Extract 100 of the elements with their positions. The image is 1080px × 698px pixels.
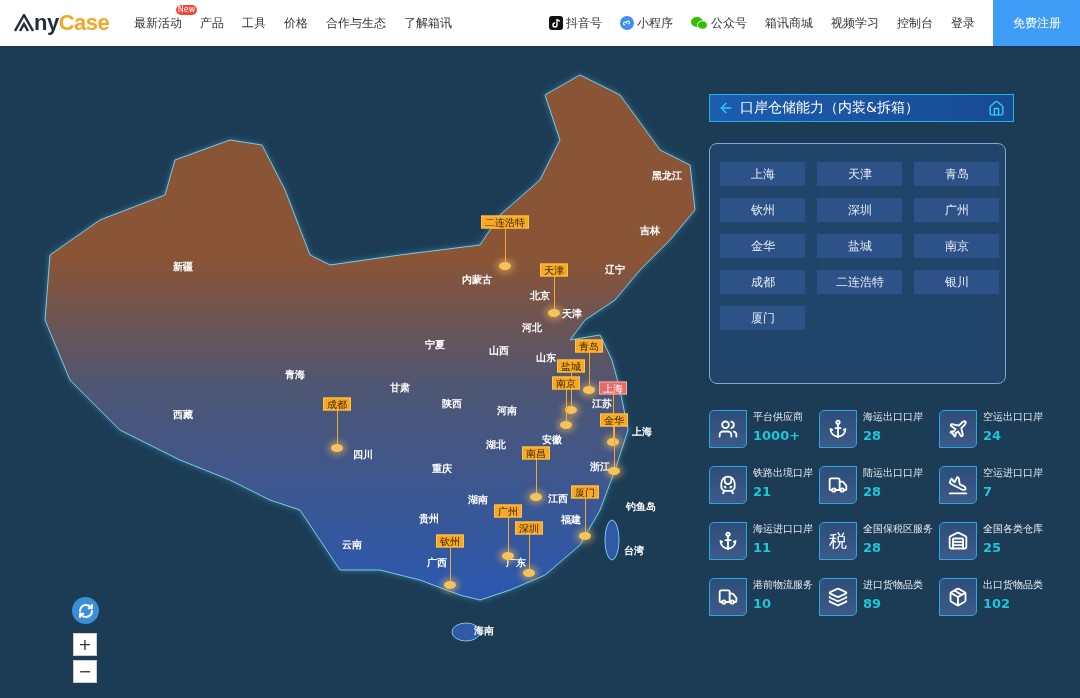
zoom-in-button[interactable]: +: [73, 633, 97, 656]
stat-value: 7: [983, 484, 994, 499]
chat-bubbles-icon: [691, 16, 708, 30]
stat-icon: [718, 587, 738, 607]
province-label: 天津: [562, 307, 582, 321]
home-icon[interactable]: [988, 99, 1005, 117]
stat-value: 11: [753, 540, 773, 555]
province-label: 山西: [489, 344, 509, 358]
location-dot[interactable]: [608, 467, 620, 475]
location-dot[interactable]: [579, 532, 591, 540]
nav-link[interactable]: 价格: [284, 15, 309, 31]
city-marker-label[interactable]: 南昌: [522, 446, 550, 460]
city-marker-label[interactable]: 天津: [540, 263, 568, 277]
zoom-out-button[interactable]: −: [73, 660, 97, 683]
province-label: 北京: [530, 289, 550, 303]
province-label: 辽宁: [605, 263, 625, 277]
stat-value: 1000+: [753, 428, 802, 443]
city-marker-label[interactable]: 广州: [494, 504, 522, 518]
location-dot[interactable]: [331, 444, 343, 452]
city-button[interactable]: 上海: [720, 162, 805, 186]
province-label: 浙江: [590, 460, 610, 474]
province-label: 钓鱼岛: [626, 500, 656, 514]
city-button[interactable]: 成都: [720, 270, 805, 294]
nav-link[interactable]: 工具: [242, 15, 267, 31]
city-marker-label[interactable]: 成都: [323, 397, 351, 411]
location-dot[interactable]: [583, 386, 595, 394]
stat-icon: [718, 475, 738, 495]
city-button[interactable]: 盐城: [817, 234, 902, 258]
stat-value: 28: [863, 484, 883, 499]
location-dot[interactable]: [444, 581, 456, 589]
logo-icon: [14, 14, 34, 32]
refresh-button[interactable]: [72, 597, 99, 624]
nav-link[interactable]: 最新活动: [134, 15, 183, 31]
stat-value: 28: [863, 540, 883, 555]
province-label: 新疆: [173, 260, 193, 274]
stat-icon: [948, 475, 968, 495]
stat-label: 铁路出境口岸: [753, 466, 813, 480]
province-label: 海南: [474, 624, 494, 638]
stat-icon: [948, 419, 968, 439]
province-label: 内蒙古: [462, 273, 492, 287]
city-button[interactable]: 二连浩特: [817, 270, 902, 294]
location-dot[interactable]: [499, 262, 511, 270]
stat-icon: [718, 419, 738, 439]
province-label: 台湾: [624, 544, 644, 558]
province-label: 广西: [427, 556, 447, 570]
header-link[interactable]: 抖音号: [549, 15, 602, 31]
stat-value: 10: [753, 596, 773, 611]
city-marker-label[interactable]: 二连浩特: [481, 215, 529, 229]
stat-value: 21: [753, 484, 773, 499]
location-dot[interactable]: [502, 552, 514, 560]
city-marker-label[interactable]: 南京: [552, 376, 580, 390]
nav-link[interactable]: 产品: [200, 15, 225, 31]
header-link[interactable]: 控制台: [897, 15, 933, 31]
nav-link[interactable]: 了解箱讯: [404, 15, 453, 31]
city-button[interactable]: 天津: [817, 162, 902, 186]
city-marker-label[interactable]: 盐城: [557, 359, 585, 373]
location-dot[interactable]: [523, 569, 535, 577]
refresh-icon: [77, 602, 94, 619]
city-button[interactable]: 金华: [720, 234, 805, 258]
header-link[interactable]: 小程序: [620, 15, 673, 31]
nav-link[interactable]: 合作与生态: [326, 15, 387, 31]
province-label: 四川: [353, 448, 373, 462]
province-label: 江苏: [592, 397, 612, 411]
new-badge: New: [175, 4, 198, 15]
province-label: 西藏: [173, 408, 193, 422]
province-label: 江西: [548, 492, 568, 506]
city-button[interactable]: 南京: [914, 234, 999, 258]
stat-label: 海运进口口岸: [753, 522, 813, 536]
stat-label: 全国保税区服务: [863, 522, 933, 536]
location-dot[interactable]: [560, 421, 572, 429]
province-label: 甘肃: [390, 381, 410, 395]
province-label: 青海: [285, 368, 305, 382]
city-button[interactable]: 厦门: [720, 306, 805, 330]
city-marker-label[interactable]: 青岛: [575, 339, 603, 353]
city-marker-label[interactable]: 金华: [600, 413, 628, 427]
city-button[interactable]: 青岛: [914, 162, 999, 186]
province-label: 山东: [536, 351, 556, 365]
province-label: 上海: [632, 425, 652, 439]
header-link[interactable]: 箱讯商城: [765, 15, 813, 31]
city-button[interactable]: 深圳: [817, 198, 902, 222]
city-button[interactable]: 广州: [914, 198, 999, 222]
province-label: 福建: [561, 513, 581, 527]
city-marker-label[interactable]: 深圳: [515, 521, 543, 535]
stat-value: 25: [983, 540, 1003, 555]
header-link[interactable]: 公众号: [691, 15, 747, 31]
stat-label: 港前物流服务: [753, 578, 813, 592]
header-link[interactable]: 登录: [951, 15, 975, 31]
location-dot[interactable]: [548, 309, 560, 317]
header-link[interactable]: 视频学习: [831, 15, 879, 31]
location-dot[interactable]: [530, 493, 542, 501]
city-marker-label[interactable]: 钦州: [436, 534, 464, 548]
city-button[interactable]: 银川: [914, 270, 999, 294]
back-icon[interactable]: [718, 100, 734, 116]
stat-label: 全国各类仓库: [983, 522, 1043, 536]
city-button[interactable]: 钦州: [720, 198, 805, 222]
stat-label: 空运进口口岸: [983, 466, 1043, 480]
city-marker-label[interactable]: 厦门: [571, 485, 599, 499]
stat-label: 出口货物品类: [983, 578, 1043, 592]
province-label: 湖南: [468, 493, 488, 507]
stat-label: 海运出口口岸: [863, 410, 923, 424]
